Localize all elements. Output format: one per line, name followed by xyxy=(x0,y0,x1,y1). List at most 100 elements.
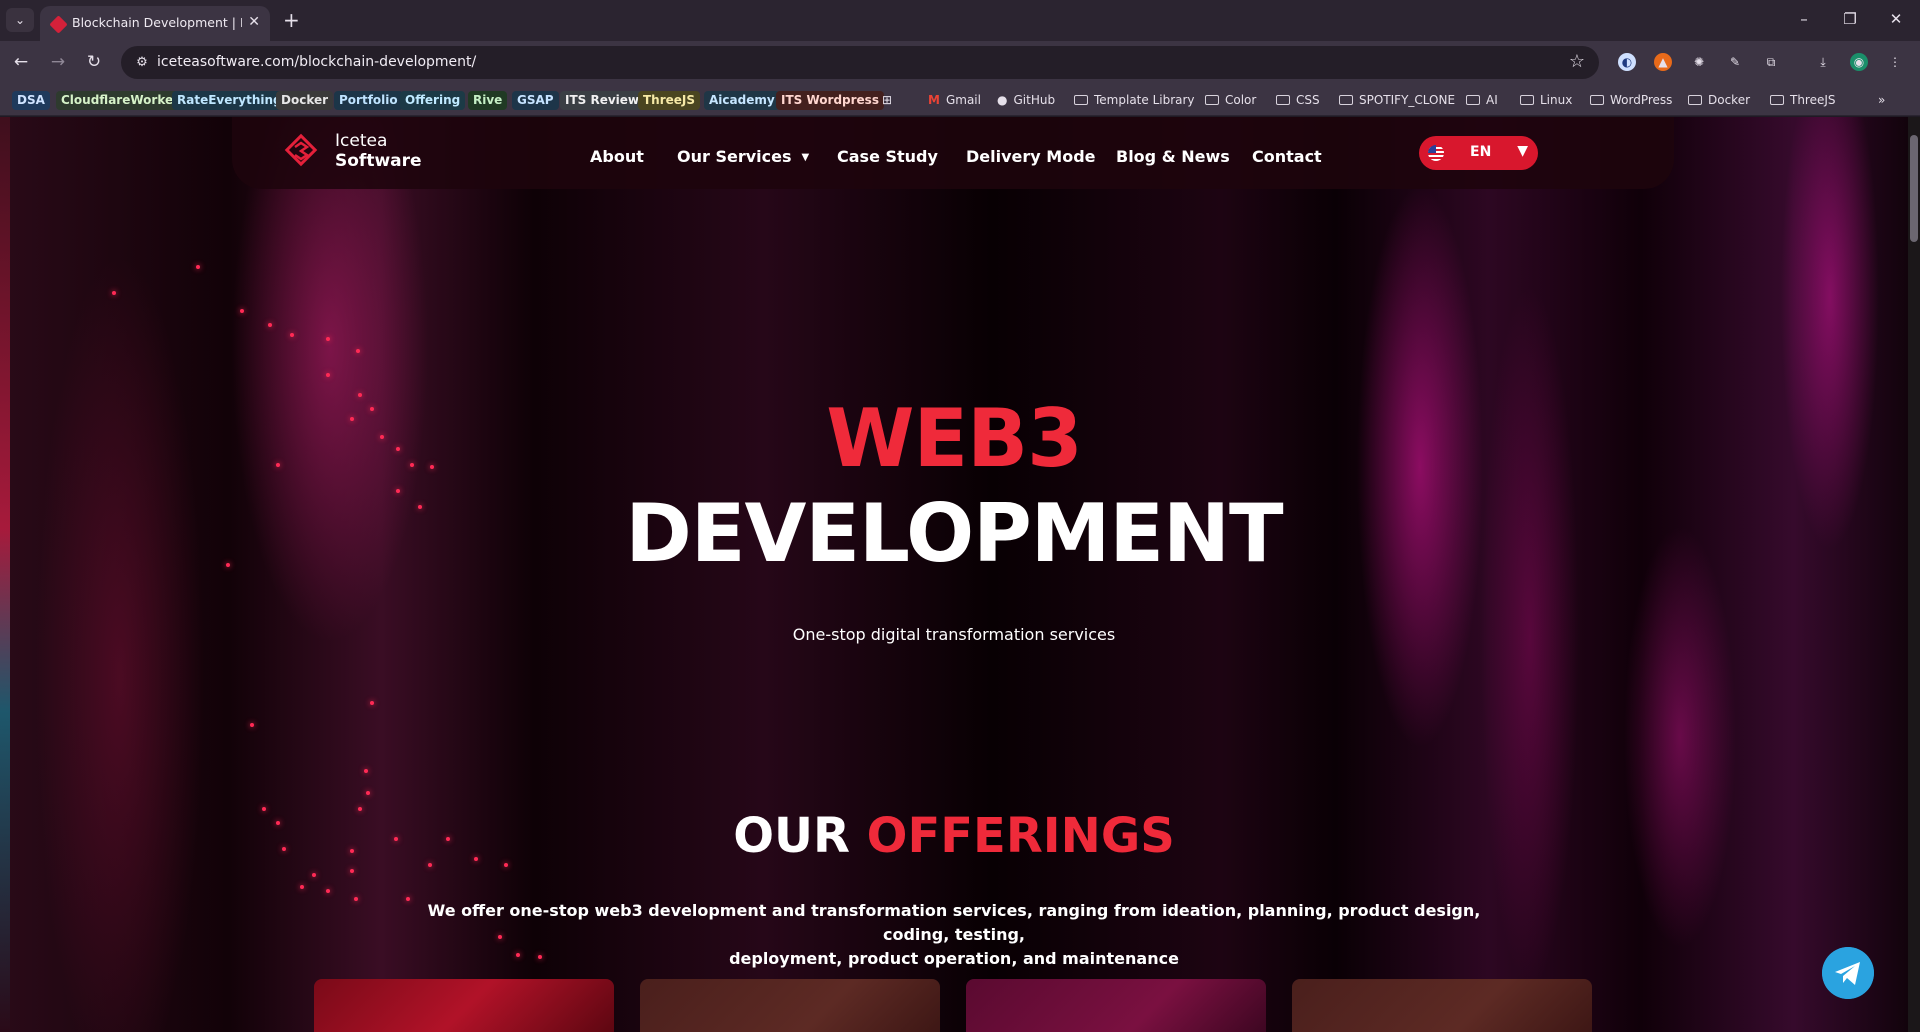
bookmark-item[interactable]: ThreeJS xyxy=(638,91,701,110)
background-particle xyxy=(394,837,398,841)
offering-card[interactable] xyxy=(1292,979,1592,1032)
bookmark-folder-label: WordPress xyxy=(1610,93,1673,107)
bookmark-folder[interactable]: Linux xyxy=(1520,91,1572,110)
language-label: EN xyxy=(1470,144,1492,160)
bookmark-link[interactable]: M Gmail xyxy=(928,91,981,110)
bookmark-link[interactable]: ● GitHub xyxy=(997,91,1055,110)
profile-avatar[interactable]: ◉ xyxy=(1850,53,1868,71)
background-particle xyxy=(498,935,502,939)
nav-our-services[interactable]: Our Services ▼ xyxy=(677,147,809,166)
window-close-icon[interactable]: ✕ xyxy=(1886,10,1906,28)
apps-grid-icon[interactable]: ⊞ xyxy=(882,91,892,110)
bookmark-folder[interactable]: Docker xyxy=(1688,91,1750,110)
scrollbar-thumb[interactable] xyxy=(1910,135,1918,242)
page-scrollbar[interactable] xyxy=(1908,117,1920,1032)
close-tab-icon[interactable]: ✕ xyxy=(248,14,260,30)
extension-pen-icon[interactable]: ✎ xyxy=(1726,53,1744,71)
background-particle xyxy=(290,333,294,337)
bookmark-folder-label: Linux xyxy=(1540,93,1573,107)
background-particle xyxy=(326,337,330,341)
background-particle xyxy=(396,489,400,493)
bookmark-item[interactable]: CloudflareWorker xyxy=(56,91,185,110)
background-particle xyxy=(268,323,272,327)
logo-text-icetea[interactable]: Icetea xyxy=(335,131,387,151)
nav-contact[interactable]: Contact xyxy=(1252,147,1322,166)
github-icon: ● xyxy=(997,93,1008,107)
offering-card[interactable] xyxy=(966,979,1266,1032)
site-info-icon[interactable]: ⚙ xyxy=(133,54,151,72)
bookmark-item[interactable]: Aicademy xyxy=(704,91,780,110)
bookmark-item[interactable]: ITS Review xyxy=(560,91,645,110)
hero-title-web3: WEB3 xyxy=(826,392,1083,485)
offerings-description: We offer one-stop web3 development and t… xyxy=(420,899,1488,971)
minimize-icon[interactable]: – xyxy=(1794,10,1814,28)
more-bookmarks-icon[interactable]: » xyxy=(1878,91,1885,110)
bookmark-item[interactable]: Portfolio xyxy=(334,91,403,110)
nav-about[interactable]: About xyxy=(590,147,644,166)
logo-text-software[interactable]: Software xyxy=(335,151,422,171)
bookmark-folder[interactable]: Color xyxy=(1205,91,1256,110)
folder-icon xyxy=(1276,95,1290,105)
browser-tab-bar: ⌄ Blockchain Development | Icetea Softwa… xyxy=(0,0,1920,41)
offerings-description-line: deployment, product operation, and maint… xyxy=(729,949,1179,968)
address-bar[interactable]: ⚙ iceteasoftware.com/blockchain-developm… xyxy=(121,46,1599,79)
site-header: Icetea Software About Our Services ▼ Case… xyxy=(232,117,1674,189)
restore-icon[interactable]: ❐ xyxy=(1840,10,1860,28)
bookmark-star-icon[interactable]: ☆ xyxy=(1569,51,1585,72)
background-particle xyxy=(370,701,374,705)
bookmark-folder[interactable]: AI xyxy=(1466,91,1498,110)
nav-delivery-mode[interactable]: Delivery Mode xyxy=(966,147,1096,166)
background-particle xyxy=(428,863,432,867)
telegram-chat-button[interactable] xyxy=(1822,947,1874,999)
bookmark-folder[interactable]: ThreeJS xyxy=(1770,91,1836,110)
background-particle xyxy=(350,849,354,853)
url-text[interactable]: iceteasoftware.com/blockchain-developmen… xyxy=(157,54,476,70)
nav-case-study[interactable]: Case Study xyxy=(837,147,938,166)
react-devtools-icon[interactable]: ✺ xyxy=(1690,53,1708,71)
bookmark-folder[interactable]: CSS xyxy=(1276,91,1320,110)
folder-icon xyxy=(1520,95,1534,105)
new-tab-button[interactable]: + xyxy=(283,8,300,32)
folder-icon xyxy=(1339,95,1353,105)
bookmark-folder[interactable]: WordPress xyxy=(1590,91,1672,110)
offering-card[interactable] xyxy=(314,979,614,1032)
bookmark-folder[interactable]: Template Library xyxy=(1074,91,1195,110)
background-particle xyxy=(262,807,266,811)
tab-search-button[interactable]: ⌄ xyxy=(6,8,34,32)
browser-toolbar: ← → ↻ ⚙ iceteasoftware.com/blockchain-de… xyxy=(0,41,1920,84)
language-selector[interactable]: EN ▼ xyxy=(1419,136,1538,170)
bookmark-item[interactable]: Rive xyxy=(468,91,508,110)
chevron-down-icon: ▼ xyxy=(1517,143,1528,159)
offering-card[interactable] xyxy=(640,979,940,1032)
background-particle xyxy=(350,869,354,873)
background-particle xyxy=(226,563,230,567)
browser-tab-active[interactable]: Blockchain Development | Icetea Software… xyxy=(40,6,270,41)
background-particle xyxy=(196,265,200,269)
reload-icon[interactable]: ↻ xyxy=(83,52,105,72)
background-particle xyxy=(326,889,330,893)
background-particle xyxy=(354,897,358,901)
browser-menu-icon[interactable]: ⋮ xyxy=(1886,53,1904,71)
background-particle xyxy=(358,393,362,397)
download-icon[interactable]: ⤓ xyxy=(1814,53,1832,71)
site-favicon-icon xyxy=(49,15,68,34)
nav-our-services-label: Our Services xyxy=(677,147,792,166)
offerings-description-line: We offer one-stop web3 development and t… xyxy=(427,901,1481,944)
background-particle xyxy=(516,953,520,957)
back-icon[interactable]: ← xyxy=(10,52,32,72)
extension-1-icon[interactable]: ◐ xyxy=(1618,53,1636,71)
bookmark-item[interactable]: GSAP xyxy=(512,91,559,110)
bookmark-item[interactable]: Offering xyxy=(400,91,466,110)
bookmark-folder[interactable]: SPOTIFY_CLONE xyxy=(1339,91,1455,110)
metamask-icon[interactable]: ▲ xyxy=(1654,53,1672,71)
bookmark-item[interactable]: DSA xyxy=(12,91,50,110)
bookmark-item[interactable]: ITS Wordpress xyxy=(776,91,884,110)
background-particle xyxy=(446,837,450,841)
background-particle xyxy=(504,863,508,867)
bookmark-item[interactable]: Docker xyxy=(276,91,334,110)
icetea-logo-icon[interactable] xyxy=(284,133,318,167)
nav-blog-news[interactable]: Blog & News xyxy=(1116,147,1230,166)
bookmark-item[interactable]: RateEverything xyxy=(172,91,287,110)
forward-icon[interactable]: → xyxy=(47,52,69,72)
extensions-puzzle-icon[interactable]: ⧉ xyxy=(1762,53,1780,71)
